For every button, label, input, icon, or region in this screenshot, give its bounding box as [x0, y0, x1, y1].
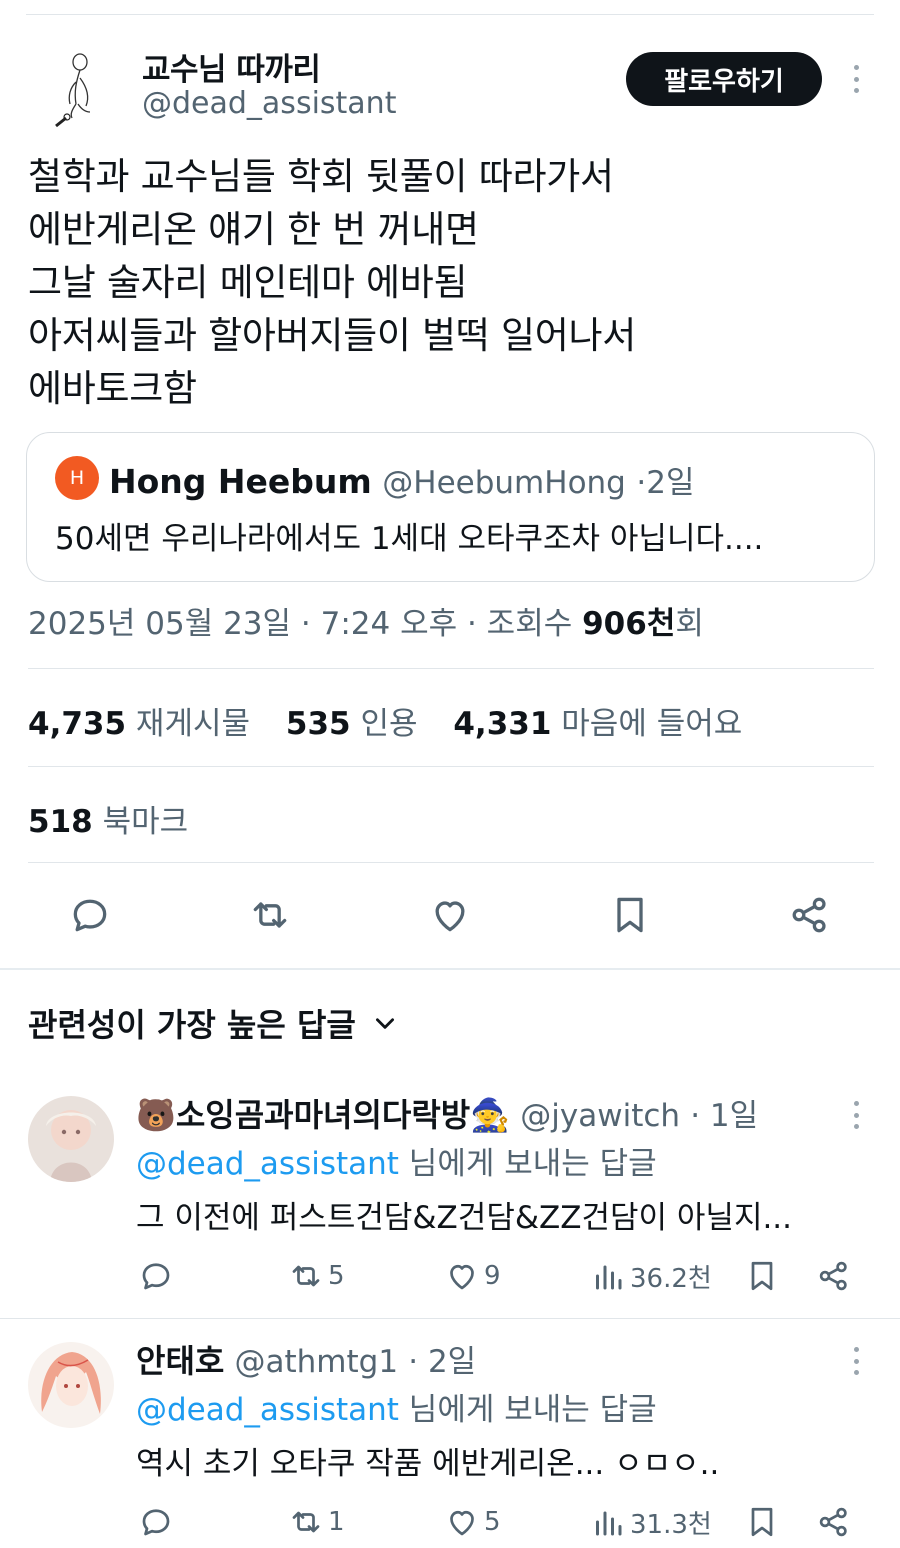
repost-icon — [292, 1265, 320, 1287]
reply-header: 🐻소잉곰과마녀의다락방🧙 @jyawitch · 1일 — [136, 1090, 758, 1136]
view-count-suffix: 회 — [675, 606, 704, 642]
reply-item[interactable]: 안태호 @athmtg1 · 2일 @dead_assistant 님에게 보내… — [0, 1334, 900, 1548]
repost-button[interactable]: 1 — [288, 1500, 345, 1544]
reply-sort-dropdown[interactable]: 관련성이 가장 높은 답글 — [28, 1000, 398, 1046]
views-button[interactable]: 31.3천 — [590, 1500, 712, 1544]
like-icon[interactable] — [426, 891, 474, 939]
anime-drawing-avatar-icon — [28, 1342, 114, 1428]
reply-time: · 1일 — [690, 1098, 759, 1134]
stick-figure-drawing-icon — [55, 53, 91, 128]
reply-header: 안태호 @athmtg1 · 2일 — [136, 1336, 476, 1382]
follow-button[interactable]: 팔로우하기 — [626, 52, 822, 106]
reply-action-bar: 5 9 36.2천 — [136, 1254, 876, 1298]
divider — [28, 766, 874, 767]
quoted-author-name[interactable]: Hong Heebum — [109, 462, 372, 501]
reply-item[interactable]: 🐻소잉곰과마녀의다락방🧙 @jyawitch · 1일 @dead_assist… — [0, 1088, 900, 1318]
quoted-author-handle[interactable]: @HeebumHong — [382, 465, 626, 501]
views-chart-icon — [596, 1265, 622, 1290]
top-divider — [26, 14, 874, 15]
reply-view-count: 36.2천 — [630, 1263, 712, 1294]
more-options-icon[interactable] — [846, 1344, 866, 1378]
reply-author-name[interactable]: 안태호 — [136, 1342, 224, 1380]
reply-text: 그 이전에 퍼스트건담&Z건담&ZZ건담이 아닐지... — [136, 1200, 793, 1236]
author-avatar[interactable] — [46, 48, 112, 128]
reply-repost-count: 5 — [328, 1261, 345, 1291]
reply-icon[interactable] — [66, 891, 114, 939]
like-label[interactable]: 마음에 들어요 — [561, 706, 742, 742]
quoted-separator: · — [636, 465, 647, 501]
quote-count[interactable]: 535 — [286, 706, 351, 742]
reply-author-handle[interactable]: @jyawitch — [520, 1098, 680, 1134]
engagement-stats: 4,735 재게시물 535 인용 4,331 마음에 들어요 — [28, 698, 768, 743]
replying-to: @dead_assistant 님에게 보내는 답글 — [136, 1384, 657, 1429]
like-icon — [450, 1264, 474, 1290]
more-options-icon[interactable] — [846, 1098, 866, 1132]
mention-link[interactable]: @dead_assistant — [136, 1392, 399, 1428]
reply-icon[interactable] — [138, 1500, 174, 1544]
mention-link[interactable]: @dead_assistant — [136, 1146, 399, 1182]
quoted-time: 2일 — [646, 465, 695, 501]
bookmark-icon[interactable] — [744, 1254, 780, 1298]
repost-count[interactable]: 4,735 — [28, 706, 126, 742]
reply-author-avatar[interactable] — [28, 1096, 114, 1182]
bookmark-count: 518 — [28, 804, 93, 840]
chevron-down-icon — [375, 1018, 394, 1029]
views-chart-icon — [596, 1511, 622, 1536]
reply-like-count: 5 — [484, 1507, 501, 1537]
share-icon[interactable] — [816, 1254, 852, 1298]
tweet-text: 철학과 교수님들 학회 뒷풀이 따라가서 에반게리온 얘기 한 번 꺼내면 그날… — [28, 150, 878, 415]
reply-author-avatar[interactable] — [28, 1342, 114, 1428]
repost-icon — [292, 1511, 320, 1533]
tweet-header: 교수님 따까리 @dead_assistant 팔로우하기 — [0, 36, 900, 132]
replying-to: @dead_assistant 님에게 보내는 답글 — [136, 1138, 657, 1183]
quote-label[interactable]: 인용 — [360, 706, 417, 742]
author-name[interactable]: 교수님 따까리 — [142, 44, 321, 89]
bookmark-stats: 518 북마크 — [28, 796, 188, 841]
reply-view-count: 31.3천 — [630, 1509, 712, 1540]
reply-author-name[interactable]: 🐻소잉곰과마녀의다락방🧙 — [136, 1096, 510, 1134]
divider — [28, 668, 874, 669]
reply-like-count: 9 — [484, 1261, 501, 1291]
reply-text: 역시 초기 오타쿠 작품 에반게리온... ㅇㅁㅇ.. — [136, 1446, 720, 1482]
bookmark-icon[interactable] — [744, 1500, 780, 1544]
like-icon — [450, 1510, 474, 1536]
reply-action-bar: 1 5 31.3천 — [136, 1500, 876, 1544]
quoted-tweet-header: Hong Heebum @HeebumHong ·2일 — [109, 457, 694, 502]
section-divider — [0, 968, 900, 970]
tweet-line: 아저씨들과 할아버지들이 벌떡 일어나서 — [28, 314, 636, 357]
tweet-datetime[interactable]: 2025년 05월 23일 · 7:24 오후 · 조회수 — [28, 606, 582, 642]
tweet-line: 그날 술자리 메인테마 에바됨 — [28, 261, 468, 304]
reply-author-handle[interactable]: @athmtg1 — [235, 1344, 399, 1380]
repost-icon[interactable] — [246, 891, 294, 939]
replying-to-suffix: 님에게 보내는 답글 — [398, 1146, 657, 1182]
reply-sort-label: 관련성이 가장 높은 답글 — [28, 1006, 356, 1044]
reply-time: · 2일 — [408, 1344, 477, 1380]
tweet-line: 에바토크함 — [28, 367, 197, 410]
more-options-icon[interactable] — [846, 62, 866, 96]
quoted-author-avatar[interactable]: H — [55, 456, 99, 500]
like-button[interactable]: 5 — [444, 1500, 501, 1544]
doll-photo-avatar-icon — [28, 1096, 114, 1182]
repost-label[interactable]: 재게시물 — [136, 706, 250, 742]
reply-icon[interactable] — [138, 1254, 174, 1298]
like-count[interactable]: 4,331 — [453, 706, 551, 742]
divider — [0, 1318, 900, 1319]
divider — [28, 862, 874, 863]
tweet-line: 철학과 교수님들 학회 뒷풀이 따라가서 — [28, 155, 614, 198]
views-button[interactable]: 36.2천 — [590, 1254, 712, 1298]
view-count: 906천 — [582, 606, 676, 642]
share-icon[interactable] — [786, 891, 834, 939]
like-button[interactable]: 9 — [444, 1254, 501, 1298]
share-icon[interactable] — [816, 1500, 852, 1544]
bookmark-icon[interactable] — [606, 891, 654, 939]
reply-repost-count: 1 — [328, 1507, 345, 1537]
quoted-tweet-card[interactable]: H Hong Heebum @HeebumHong ·2일 50세면 우리나라에… — [26, 432, 875, 582]
repost-button[interactable]: 5 — [288, 1254, 345, 1298]
author-handle[interactable]: @dead_assistant — [142, 86, 396, 121]
bookmark-label: 북마크 — [102, 804, 189, 840]
tweet-meta: 2025년 05월 23일 · 7:24 오후 · 조회수 906천회 — [28, 598, 704, 643]
replying-to-suffix: 님에게 보내는 답글 — [398, 1392, 657, 1428]
tweet-line: 에반게리온 얘기 한 번 꺼내면 — [28, 208, 479, 251]
quoted-tweet-text: 50세면 우리나라에서도 1세대 오타쿠조차 아닙니다.... — [55, 521, 764, 557]
